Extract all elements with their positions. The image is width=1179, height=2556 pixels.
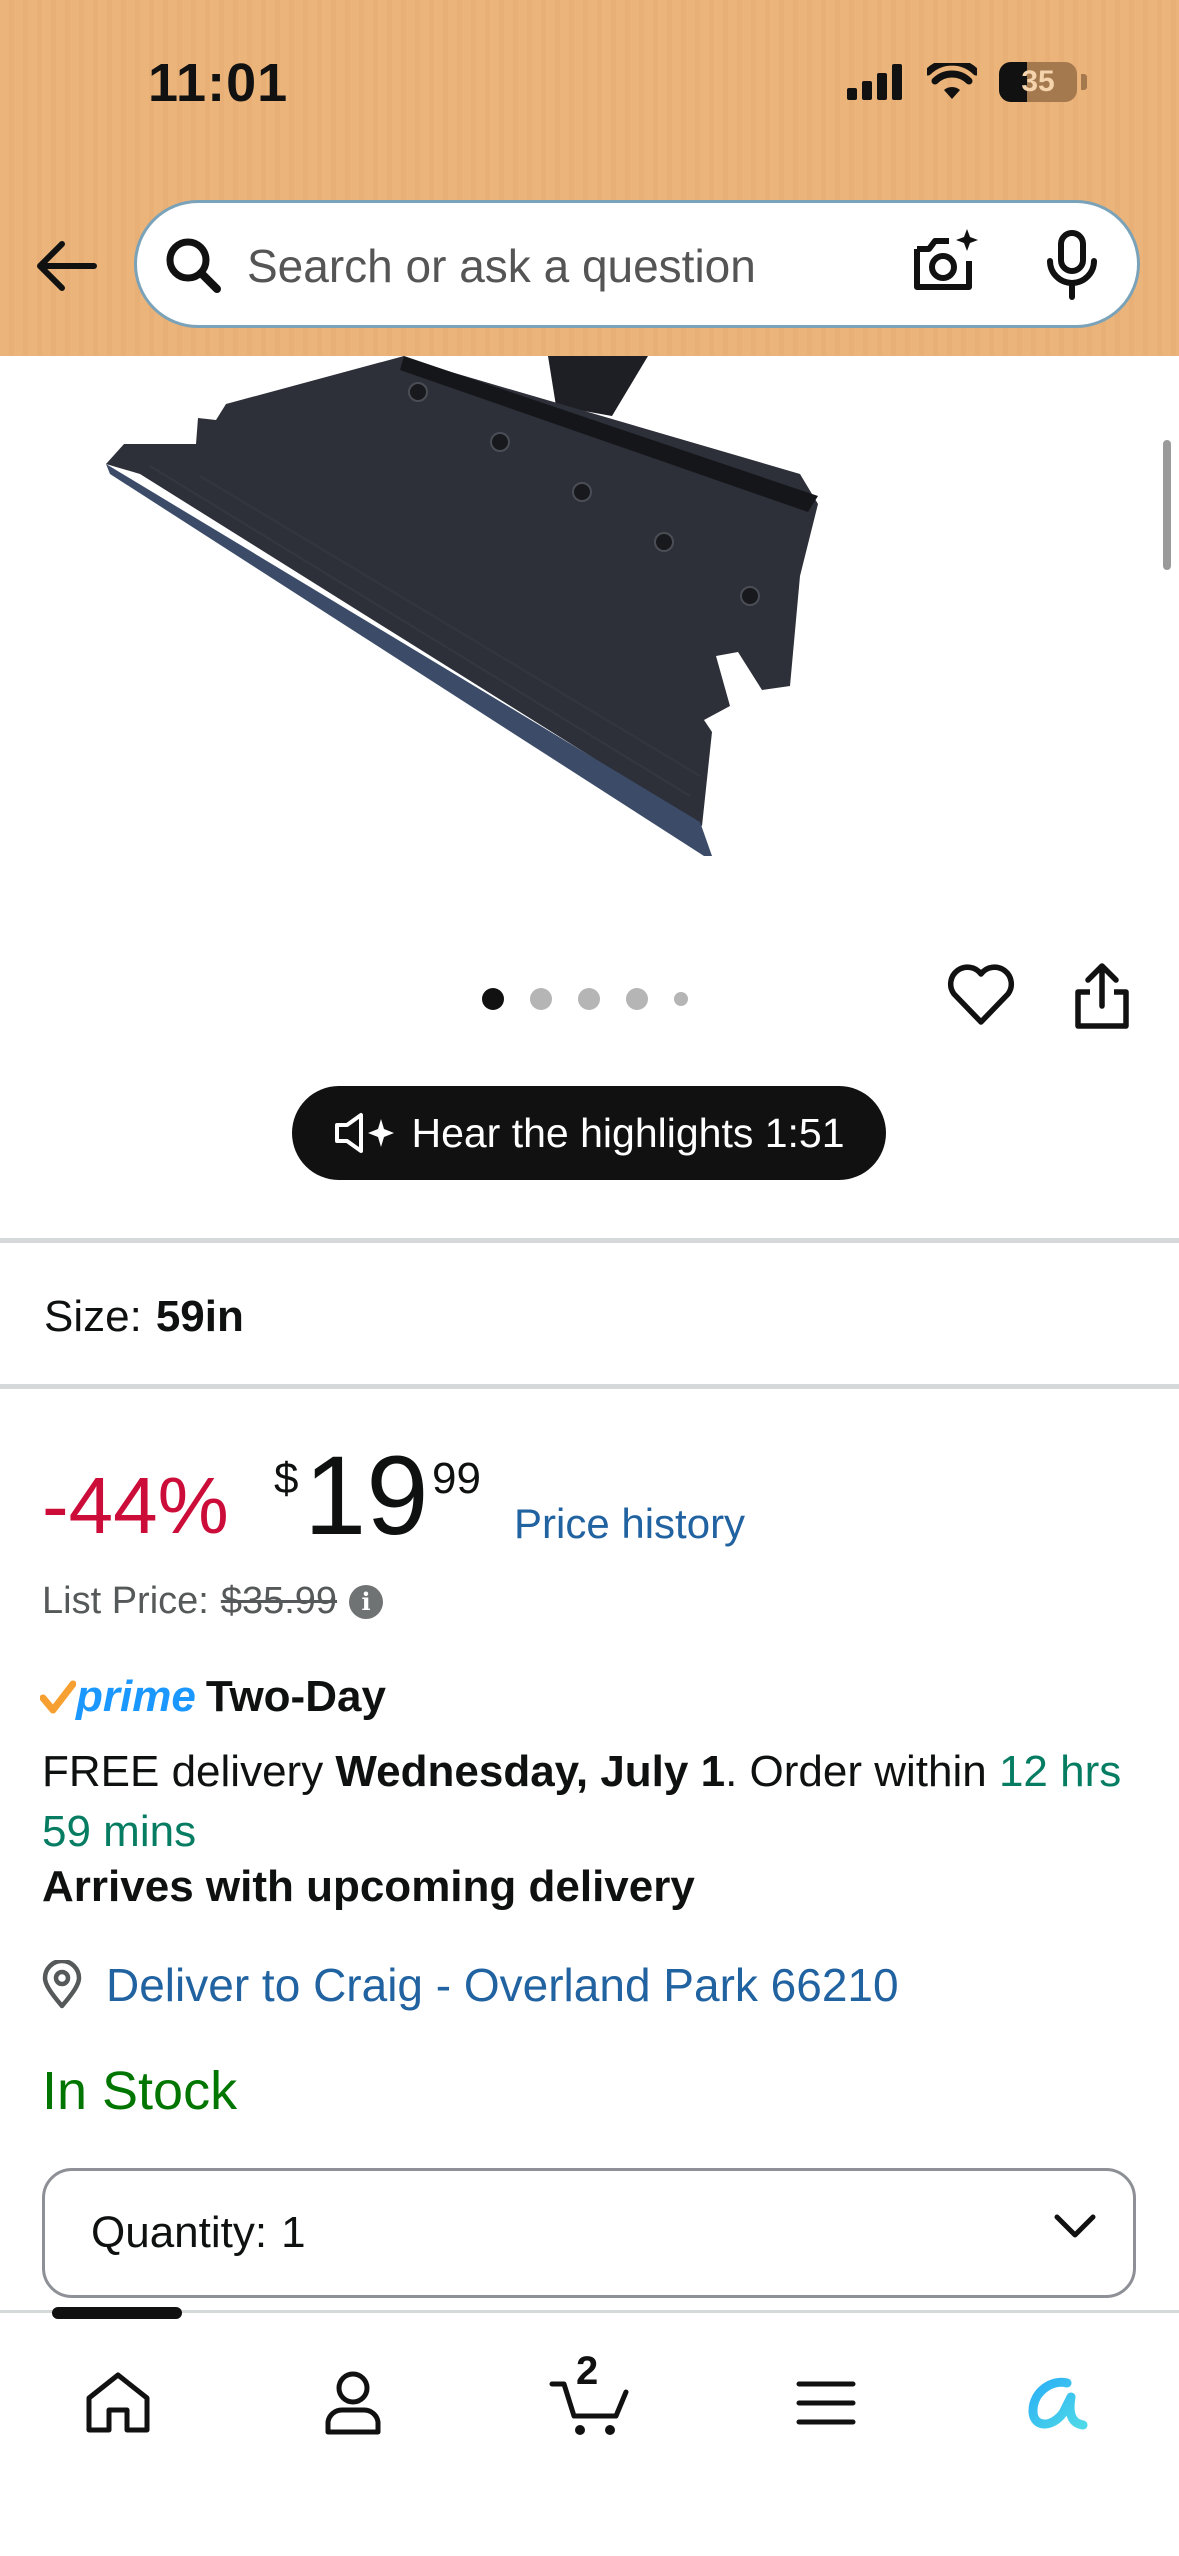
price-fraction: 99 xyxy=(432,1454,481,1503)
size-selector[interactable]: Size: 59in xyxy=(44,1292,244,1342)
price-block: -44% $ 19 99 Price history xyxy=(42,1440,1142,1560)
delivery-info: FREE delivery Wednesday, July 1. Order w… xyxy=(42,1742,1152,1862)
deliver-to-text: Deliver to Craig - Overland Park 66210 xyxy=(106,1959,899,2011)
microphone-icon[interactable] xyxy=(1042,229,1102,301)
chevron-down-icon xyxy=(1054,2214,1096,2238)
quantity-selector[interactable]: Quantity: 1 xyxy=(42,2168,1136,2298)
add-to-list-button[interactable] xyxy=(946,962,1016,1033)
rufus-ai-icon xyxy=(1028,2377,1088,2430)
speaker-sparkle-icon xyxy=(335,1113,395,1153)
deliver-to-link[interactable]: Deliver to Craig - Overland Park 66210 xyxy=(40,1958,899,2012)
prime-badge: prime Two-Day xyxy=(40,1672,386,1722)
section-divider xyxy=(0,1238,1179,1243)
nav-cart[interactable]: 2 xyxy=(540,2349,640,2453)
carousel-dot[interactable] xyxy=(482,988,504,1010)
camera-search-icon[interactable] xyxy=(907,225,983,301)
prime-speed: Two-Day xyxy=(205,1672,386,1721)
nav-rufus-ai[interactable] xyxy=(1010,2353,1110,2453)
bottom-navigation: 2 xyxy=(0,2307,1179,2556)
size-label: Size: xyxy=(44,1292,142,1341)
back-button[interactable] xyxy=(30,230,102,302)
carousel-dot[interactable] xyxy=(578,988,600,1010)
quantity-label: Quantity: xyxy=(91,2208,268,2257)
scrollbar[interactable] xyxy=(1163,440,1171,570)
carousel-dot[interactable] xyxy=(674,992,688,1006)
hear-highlights-label: Hear the highlights 1:51 xyxy=(411,1109,845,1156)
delivery-date: Wednesday, July 1 xyxy=(335,1747,726,1796)
list-price-label: List Price: xyxy=(42,1580,209,1622)
heart-icon xyxy=(947,964,1015,1025)
price-whole: 19 xyxy=(304,1433,429,1558)
active-tab-indicator xyxy=(52,2307,182,2319)
share-icon xyxy=(1075,963,1129,1029)
discount-percent: -44% xyxy=(42,1461,229,1550)
hear-highlights-button[interactable]: Hear the highlights 1:51 xyxy=(292,1086,886,1180)
list-price: List Price: $35.99 i xyxy=(42,1580,384,1623)
carousel-dot[interactable] xyxy=(626,988,648,1010)
status-icons: 35 xyxy=(847,62,1087,102)
menu-icon xyxy=(796,2381,856,2425)
size-value: 59in xyxy=(155,1292,244,1341)
delivery-prefix: FREE delivery xyxy=(42,1747,336,1796)
cellular-signal-icon xyxy=(847,64,902,100)
prime-logo-text: prime xyxy=(76,1672,196,1721)
prime-check-icon xyxy=(40,1680,76,1714)
section-divider xyxy=(0,1384,1179,1389)
carousel-dot[interactable] xyxy=(530,988,552,1010)
battery-level: 35 xyxy=(1021,65,1055,98)
list-price-value: $35.99 xyxy=(220,1580,338,1622)
nav-home[interactable] xyxy=(68,2353,168,2453)
user-icon xyxy=(325,2371,381,2435)
nav-account[interactable] xyxy=(303,2353,403,2453)
stock-status: In Stock xyxy=(42,2061,238,2121)
share-button[interactable] xyxy=(1070,962,1134,1037)
delivery-middle: . Order within xyxy=(725,1747,999,1796)
arrow-left-icon xyxy=(37,241,97,291)
search-icon xyxy=(166,238,221,293)
quantity-value: 1 xyxy=(281,2208,306,2257)
location-pin-icon xyxy=(42,1960,82,2009)
battery-icon: 35 xyxy=(999,62,1077,102)
status-time: 11:01 xyxy=(148,53,289,113)
cart-count-badge: 2 xyxy=(576,2349,599,2393)
header-bar: 11:01 35 xyxy=(0,0,1179,356)
wifi-icon xyxy=(927,63,977,99)
price-currency: $ xyxy=(274,1454,299,1503)
search-input[interactable] xyxy=(247,231,887,301)
nav-menu[interactable] xyxy=(776,2353,876,2453)
arrives-note: Arrives with upcoming delivery xyxy=(42,1862,695,1911)
price-history-link[interactable]: Price history xyxy=(514,1500,745,1548)
info-icon[interactable]: i xyxy=(349,1584,384,1619)
search-bar[interactable] xyxy=(134,200,1140,328)
home-icon xyxy=(86,2372,150,2433)
carousel-dots xyxy=(482,988,688,1010)
